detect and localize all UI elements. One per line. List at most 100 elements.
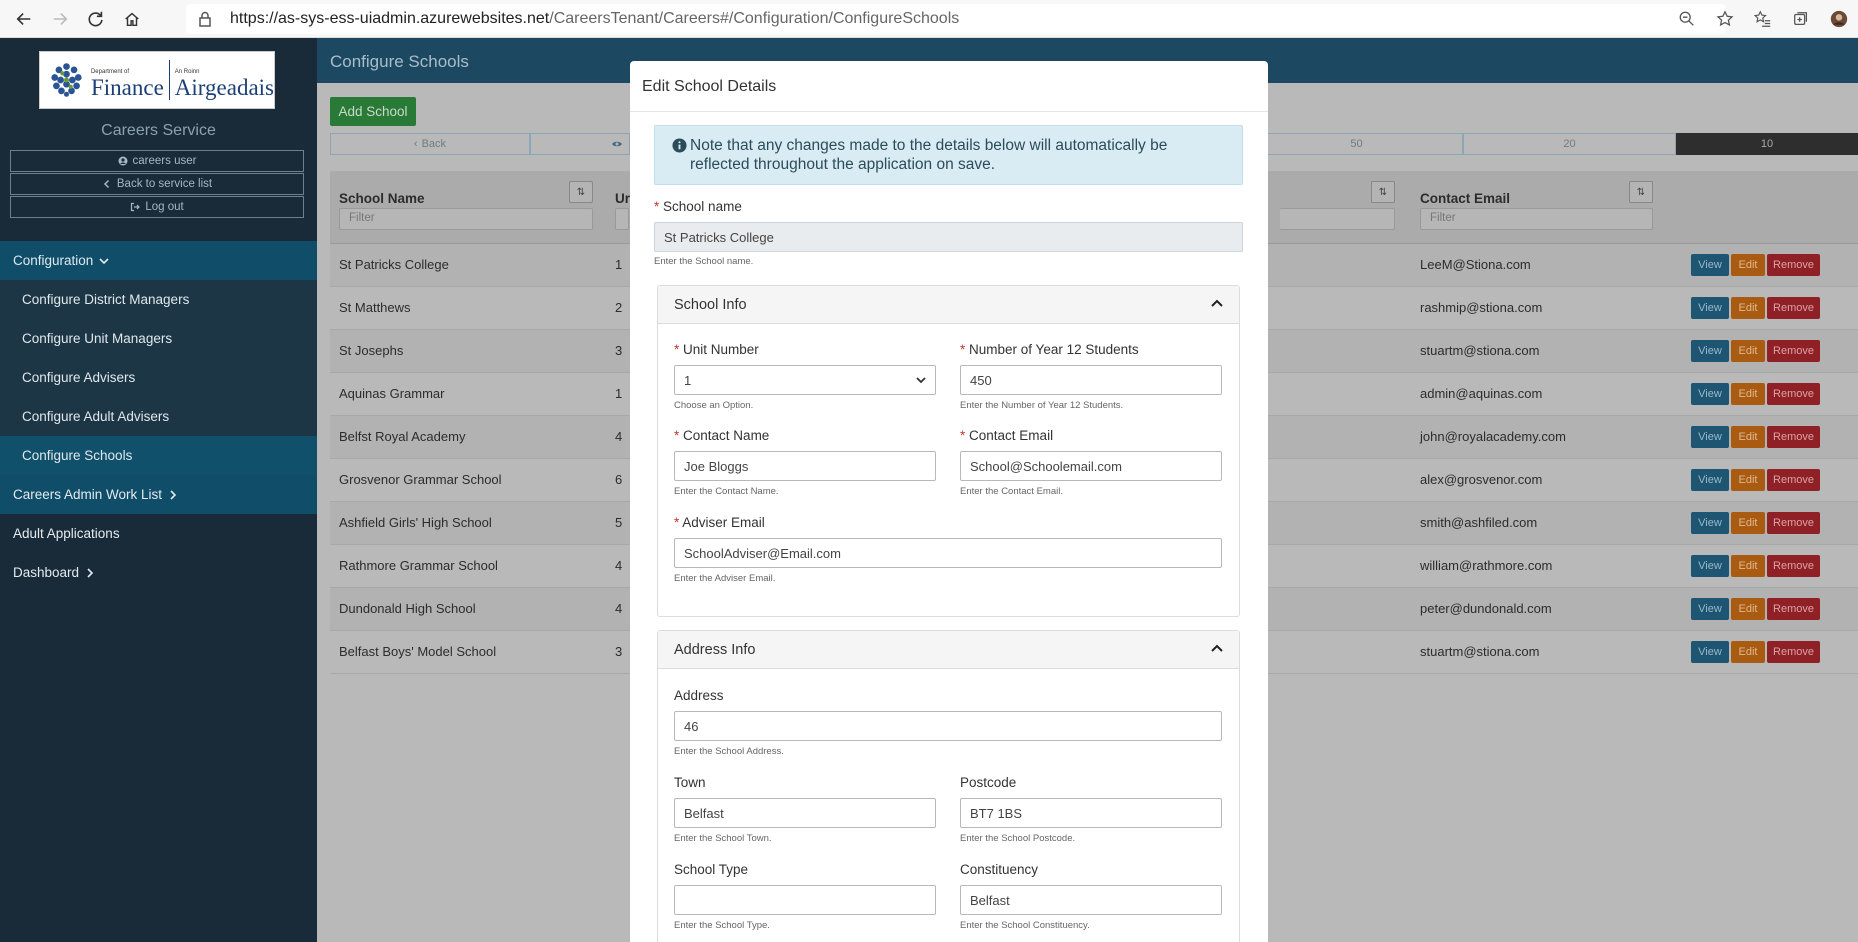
view-button[interactable]: View: [1691, 426, 1729, 448]
logo-emblem-icon: [51, 63, 82, 97]
sort-icon[interactable]: ⇅: [569, 181, 593, 203]
sidebar-item-adult-applications[interactable]: Adult Applications: [0, 514, 317, 553]
pager-size-10[interactable]: 10: [1676, 133, 1858, 155]
favorite-star-icon[interactable]: [1706, 1, 1744, 37]
remove-button[interactable]: Remove: [1767, 383, 1820, 405]
remove-button[interactable]: Remove: [1767, 512, 1820, 534]
column-filter-input[interactable]: [1280, 208, 1395, 230]
chevron-down-icon: [99, 257, 109, 264]
sidebar-item-careers-admin-work-list[interactable]: Careers Admin Work List: [0, 475, 317, 514]
user-name-button[interactable]: careers user: [10, 150, 304, 172]
town-input[interactable]: Belfast: [674, 798, 936, 828]
view-button[interactable]: View: [1691, 641, 1729, 663]
home-icon[interactable]: [114, 1, 150, 37]
postcode-input[interactable]: BT7 1BS: [960, 798, 1222, 828]
sidebar-item-dashboard[interactable]: Dashboard: [0, 553, 317, 592]
unit-filter-input[interactable]: [615, 208, 629, 230]
school-name-cell: St Matthews: [339, 300, 411, 315]
unit-number-select[interactable]: 1: [674, 365, 936, 395]
address-info-header[interactable]: Address Info: [658, 631, 1239, 669]
sidebar-item-configure-district-managers[interactable]: Configure District Managers: [0, 280, 317, 319]
required-mark: *: [674, 515, 680, 530]
view-button[interactable]: View: [1691, 512, 1729, 534]
edit-button[interactable]: Edit: [1731, 598, 1765, 620]
chevron-down-icon: [916, 377, 926, 384]
contact-email-filter-input[interactable]: Filter: [1420, 208, 1653, 230]
forward-arrow-icon[interactable]: [42, 1, 78, 37]
address-bar[interactable]: https://as-sys-ess-uiadmin.azurewebsites…: [186, 4, 1726, 34]
favorites-list-icon[interactable]: [1744, 1, 1782, 37]
constituency-input[interactable]: Belfast: [960, 885, 1222, 915]
pager-back-button[interactable]: ‹ Back: [330, 133, 530, 155]
remove-button[interactable]: Remove: [1767, 340, 1820, 362]
sidebar-item-configure-advisers[interactable]: Configure Advisers: [0, 358, 317, 397]
view-button[interactable]: View: [1691, 469, 1729, 491]
contact-name-input[interactable]: Joe Bloggs: [674, 451, 936, 481]
contact-email-input[interactable]: School@Schoolemail.com: [960, 451, 1222, 481]
logo-roinn-big: Airgeadais: [174, 75, 274, 100]
sort-icon[interactable]: ⇅: [1371, 181, 1395, 203]
sort-icon[interactable]: ⇅: [1629, 181, 1653, 203]
back-to-service-list-link[interactable]: Back to service list: [10, 173, 304, 195]
edit-button[interactable]: Edit: [1731, 641, 1765, 663]
view-button[interactable]: View: [1691, 297, 1729, 319]
edit-button[interactable]: Edit: [1731, 555, 1765, 577]
zoom-out-icon[interactable]: [1668, 1, 1706, 37]
remove-button[interactable]: Remove: [1767, 555, 1820, 577]
sidebar-item-configure-unit-managers[interactable]: Configure Unit Managers: [0, 319, 317, 358]
collections-icon[interactable]: [1782, 1, 1820, 37]
edit-button[interactable]: Edit: [1731, 426, 1765, 448]
chevron-up-icon[interactable]: [1211, 299, 1223, 307]
chevron-up-icon[interactable]: [1211, 644, 1223, 652]
column-header-contact-email[interactable]: Contact Email: [1420, 191, 1510, 206]
chevron-left-icon: ‹: [413, 138, 418, 150]
required-mark: *: [674, 428, 680, 443]
remove-button[interactable]: Remove: [1767, 426, 1820, 448]
edit-button[interactable]: Edit: [1731, 340, 1765, 362]
school-name-cell: St Josephs: [339, 343, 404, 358]
sidebar-item-label: Configure Schools: [22, 448, 133, 463]
postcode-label: Postcode: [960, 775, 1017, 790]
pager-size-50[interactable]: 50: [1250, 133, 1463, 155]
remove-button[interactable]: Remove: [1767, 254, 1820, 276]
finance-logo[interactable]: Department of Finance An Roinn Airgeadai…: [39, 51, 275, 109]
edit-button[interactable]: Edit: [1731, 469, 1765, 491]
remove-button[interactable]: Remove: [1767, 469, 1820, 491]
column-header-unit[interactable]: Ur: [615, 191, 630, 206]
view-button[interactable]: View: [1691, 254, 1729, 276]
edit-button[interactable]: Edit: [1731, 254, 1765, 276]
school-info-header[interactable]: School Info: [658, 286, 1239, 324]
constituency-hint: Enter the School Constituency.: [960, 920, 1090, 931]
sidebar-item-configure-adult-advisers[interactable]: Configure Adult Advisers: [0, 397, 317, 436]
edit-button[interactable]: Edit: [1731, 512, 1765, 534]
school-type-input[interactable]: [674, 885, 936, 915]
add-school-button[interactable]: Add School: [330, 97, 416, 126]
remove-button[interactable]: Remove: [1767, 641, 1820, 663]
back-arrow-icon[interactable]: [6, 1, 42, 37]
view-button[interactable]: View: [1691, 383, 1729, 405]
logout-link[interactable]: Log out: [10, 196, 304, 218]
sidebar-item-configure-schools[interactable]: Configure Schools: [0, 436, 317, 475]
address-hint: Enter the School Address.: [674, 746, 784, 757]
reload-icon[interactable]: [78, 1, 114, 37]
address-input[interactable]: 46: [674, 711, 1222, 741]
year12-students-input[interactable]: 450: [960, 365, 1222, 395]
view-button[interactable]: View: [1691, 555, 1729, 577]
edit-button[interactable]: Edit: [1731, 297, 1765, 319]
pager-view-toggle[interactable]: [530, 133, 630, 155]
sidebar-item-configuration[interactable]: Configuration: [0, 241, 317, 280]
school-name-input[interactable]: St Patricks College: [654, 222, 1243, 252]
view-button[interactable]: View: [1691, 598, 1729, 620]
pager-size-20[interactable]: 20: [1463, 133, 1676, 155]
url-path: /CareersTenant/Careers#/Configuration/Co…: [549, 10, 960, 27]
column-header-school-name[interactable]: School Name: [339, 191, 425, 206]
view-button[interactable]: View: [1691, 340, 1729, 362]
remove-button[interactable]: Remove: [1767, 598, 1820, 620]
edit-button[interactable]: Edit: [1731, 383, 1765, 405]
remove-button[interactable]: Remove: [1767, 297, 1820, 319]
profile-avatar-icon[interactable]: [1820, 1, 1858, 37]
adviser-email-input[interactable]: SchoolAdviser@Email.com: [674, 538, 1222, 568]
school-name-filter-input[interactable]: Filter: [339, 208, 593, 230]
contact-email-label-text: Contact Email: [969, 428, 1054, 443]
school-name-cell: Ashfield Girls' High School: [339, 515, 492, 530]
